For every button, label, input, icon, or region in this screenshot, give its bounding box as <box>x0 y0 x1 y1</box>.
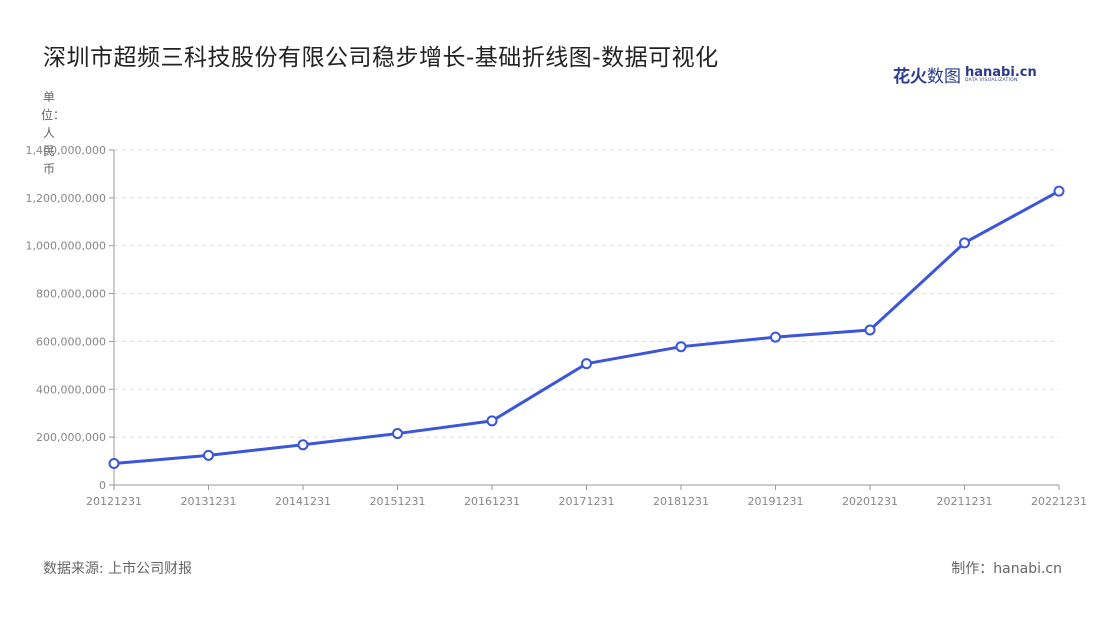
x-tick-label: 20191231 <box>748 495 804 508</box>
data-point <box>392 428 403 440</box>
y-tick-label: 1,400,000,000 <box>26 144 106 157</box>
x-tick-label: 20171231 <box>559 495 615 508</box>
x-tick-label: 20141231 <box>275 495 331 508</box>
data-point <box>486 415 498 427</box>
data-point <box>675 341 687 353</box>
series <box>108 185 1065 469</box>
data-point <box>864 324 876 336</box>
y-tick-label: 800,000,000 <box>36 288 106 301</box>
y-tick-label: 600,000,000 <box>36 335 106 348</box>
x-tick-label: 20201231 <box>842 495 898 508</box>
data-point <box>1053 185 1065 197</box>
data-point <box>770 331 781 343</box>
x-tick-label: 20181231 <box>653 495 709 508</box>
maker-credit: 制作：hanabi.cn <box>951 561 1062 577</box>
data-point <box>108 457 120 469</box>
x-tick-label: 20211231 <box>937 495 993 508</box>
y-tick-label: 400,000,000 <box>36 383 106 396</box>
grid-lines <box>114 149 1059 438</box>
y-tick-label: 1,200,000,000 <box>26 192 106 205</box>
y-tick-label: 200,000,000 <box>36 431 106 444</box>
series-line <box>113 189 1060 465</box>
axes <box>109 149 1060 490</box>
x-tick-labels: 20121231 20131231 20141231 20151231 20161231… <box>86 495 1087 508</box>
y-tick-label: 1,000,000,000 <box>26 240 106 253</box>
line-chart: 0 200,000,000 400,000,000 600,000,000 800,00… <box>26 144 1087 508</box>
data-source: 数据来源: 上市公司财报 <box>43 561 193 577</box>
data-point <box>203 449 214 461</box>
x-tick-label: 20131231 <box>181 495 237 508</box>
x-tick-label: 20121231 <box>86 495 142 508</box>
x-tick-label: 20161231 <box>464 495 520 508</box>
x-tick-label: 20221231 <box>1031 495 1087 508</box>
y-tick-labels: 0 200,000,000 400,000,000 600,000,000 800,00… <box>26 144 106 492</box>
data-point <box>581 358 592 370</box>
y-tick-label: 0 <box>99 479 106 492</box>
data-point <box>959 237 970 249</box>
data-point <box>297 439 309 451</box>
x-tick-label: 20151231 <box>370 495 426 508</box>
